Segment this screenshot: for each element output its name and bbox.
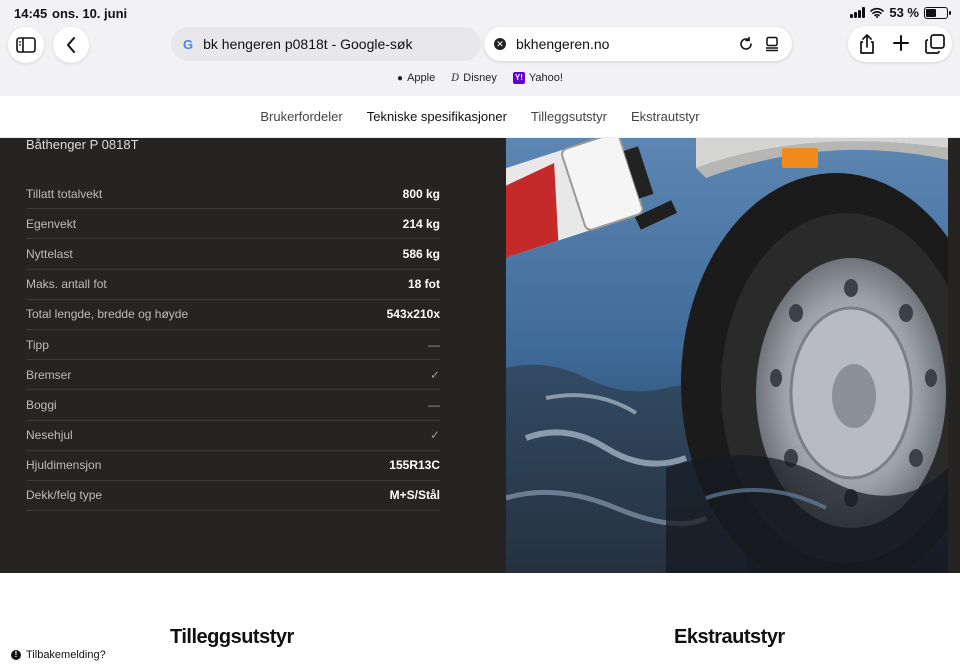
spec-label: Tipp [26,337,49,352]
product-title: Båthenger P 0818T [26,138,139,152]
battery-icon [924,6,951,19]
favorite-label: Disney [463,72,497,84]
status-indicators: 53 % [850,5,951,20]
apple-icon: ● [397,72,404,84]
heading-tilleggsutstyr: Tilleggsutstyr [170,626,294,648]
sidebar-toggle-button[interactable] [8,27,44,63]
spec-row: Boggi — [26,390,440,421]
feedback-label: Tilbakemelding? [26,649,106,661]
spec-label: Maks. antall fot [26,277,107,292]
favorite-yahoo[interactable]: Y! Yahoo! [512,72,563,84]
spec-row: Tillatt totalvekt 800 kg [26,179,440,210]
nav-tekniske-spesifikasjoner[interactable]: Tekniske spesifikasjoner [367,109,507,124]
spec-value: 543x210x [386,307,440,322]
spec-table: Tillatt totalvekt 800 kg Egenvekt 214 kg N… [26,179,440,512]
share-icon[interactable] [858,34,876,54]
status-bar: 14:45 ons. 10. juni 53 % [0,0,960,26]
browser-toolbar: G bk hengeren p0818t - Google-søk ✕ bkhe… [0,26,960,96]
battery-fill [926,8,937,17]
spec-row: Maks. antall fot 18 fot [26,270,440,300]
check-icon: ✓ [429,428,440,443]
spec-row: Hjuldimensjon 155R13C [26,451,440,481]
spec-row: Nyttelast 586 kg [26,239,440,270]
spec-label: Bremser [26,367,72,382]
cellular-signal-icon [850,7,866,18]
spec-label: Tillatt totalvekt [26,186,103,201]
tabs-overview-icon[interactable] [925,34,945,54]
spec-label: Total lengde, bredde og høyde [26,307,189,322]
spec-label: Boggi [26,397,57,412]
product-nav: Brukerfordeler Tekniske spesifikasjoner … [0,96,960,138]
spec-value: — [428,397,440,412]
spec-row: Total lengde, bredde og høyde 543x210x [26,300,440,330]
spec-panel: Båthenger P 0818T Tillatt totalvekt 800 k… [0,138,506,573]
spec-label: Nesehjul [26,428,73,443]
tab-title: bk hengeren p0818t - Google-søk [203,36,413,52]
address-bar[interactable]: ✕ bkhengeren.no [484,27,792,61]
disney-icon: D [451,72,460,84]
spec-value: 18 fot [407,277,440,292]
favorites-bar: ● Apple D Disney Y! Yahoo! [0,72,960,84]
heading-ekstrautstyr: Ekstrautstyr [674,626,785,648]
check-icon: ✓ [429,367,440,382]
toolbar-actions [848,26,952,62]
address-text: bkhengeren.no [516,36,610,52]
spec-value: 155R13C [389,458,440,473]
favorite-disney[interactable]: D Disney [451,72,497,84]
spec-label: Dekk/felg type [26,488,103,503]
nav-ekstrautstyr[interactable]: Ekstrautstyr [631,109,700,124]
spec-value: 214 kg [402,216,440,231]
spec-row: Nesehjul ✓ [26,421,440,451]
reader-mode-icon[interactable] [764,36,780,52]
spec-label: Nyttelast [26,246,73,261]
spec-label: Egenvekt [26,216,77,231]
sidebar-icon [16,37,36,53]
trailer-wheel-image [506,138,948,573]
info-icon: ! [11,650,21,660]
close-tab-icon[interactable]: ✕ [494,38,506,50]
photo-edge [948,138,960,573]
chevron-left-icon [67,37,75,53]
reload-icon[interactable] [738,36,754,52]
spec-value: 586 kg [402,246,440,261]
status-time: 14:45 [14,6,48,21]
spec-row: Bremser ✓ [26,360,440,391]
spec-row: Tipp — [26,330,440,361]
spec-row: Dekk/felg type M+S/Stål [26,481,440,512]
status-date: ons. 10. juni [52,6,128,21]
new-tab-icon[interactable] [892,34,910,52]
favorite-label: Yahoo! [528,72,563,84]
spec-label: Hjuldimensjon [26,458,102,473]
back-button[interactable] [53,27,89,63]
favorite-label: Apple [407,72,436,84]
spec-value: — [428,337,440,352]
wifi-icon [870,7,885,18]
nav-brukerfordeler[interactable]: Brukerfordeler [260,109,342,124]
battery-percent: 53 % [889,5,919,20]
spec-row: Egenvekt 214 kg [26,209,440,240]
inactive-tab[interactable]: G bk hengeren p0818t - Google-søk [171,27,481,61]
feedback-button[interactable]: ! Tilbakemelding? [11,649,106,661]
spec-value: 800 kg [402,186,440,201]
spec-value: M+S/Stål [389,488,440,503]
accessories-section: Tilleggsutstyr Ekstrautstyr ! Tilbakemel… [0,573,960,667]
nav-tilleggsutstyr[interactable]: Tilleggsutstyr [531,109,607,124]
product-photo [506,138,948,573]
yahoo-icon: Y! [512,72,525,84]
favorite-apple[interactable]: ● Apple [397,72,435,84]
google-icon: G [183,36,194,52]
